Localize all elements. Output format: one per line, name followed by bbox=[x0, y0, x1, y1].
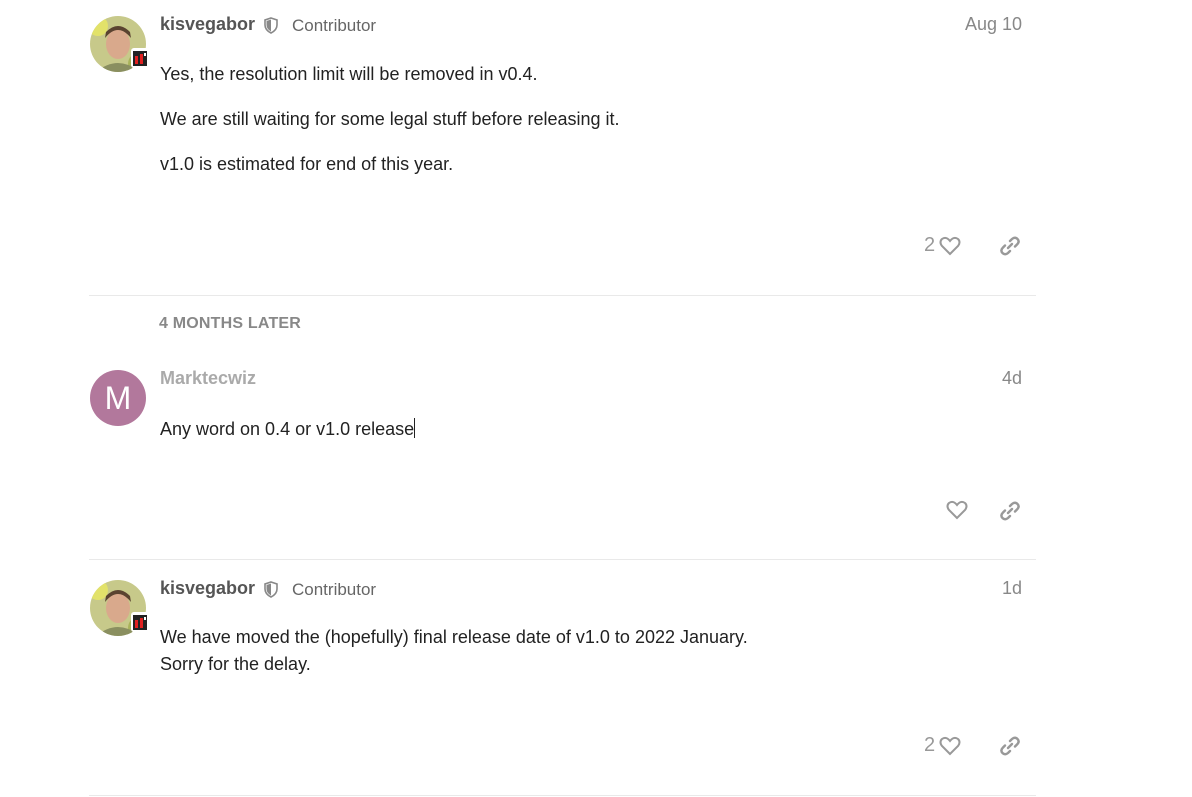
post-divider bbox=[89, 295, 1036, 296]
heart-icon bbox=[939, 236, 961, 255]
post-date[interactable]: 4d bbox=[1002, 368, 1022, 389]
post-paragraph: We have moved the (hopefully) final rele… bbox=[160, 627, 748, 647]
post-paragraph: v1.0 is estimated for end of this year. bbox=[160, 154, 454, 174]
like-button[interactable] bbox=[946, 500, 968, 520]
post-divider bbox=[89, 795, 1036, 796]
link-icon bbox=[1000, 501, 1020, 521]
post-divider bbox=[89, 559, 1036, 560]
time-gap-label: 4 MONTHS LATER bbox=[159, 315, 302, 332]
post-paragraph: Any word on 0.4 or v1.0 release bbox=[160, 418, 416, 440]
shield-icon bbox=[264, 581, 278, 598]
post-paragraph: We are still waiting for some legal stuf… bbox=[160, 109, 620, 129]
shield-icon bbox=[264, 17, 278, 34]
user-title: Contributor bbox=[292, 16, 377, 35]
share-link-button[interactable] bbox=[999, 735, 1021, 757]
avatar[interactable] bbox=[90, 16, 149, 72]
avatar[interactable] bbox=[90, 580, 149, 636]
heart-icon bbox=[939, 736, 961, 755]
flair-icon bbox=[131, 612, 149, 632]
link-icon bbox=[1000, 736, 1020, 756]
avatar-letter: M bbox=[90, 370, 146, 426]
topic-stream: kisvegabor Contributor Aug 10 Yes, the r… bbox=[0, 0, 1192, 797]
user-title: Contributor bbox=[292, 580, 377, 599]
text-cursor bbox=[414, 418, 416, 438]
avatar[interactable]: M bbox=[90, 370, 146, 426]
post-paragraph: Sorry for the delay. bbox=[160, 654, 311, 674]
link-icon bbox=[1000, 236, 1020, 256]
share-link-button[interactable] bbox=[999, 235, 1021, 257]
like-count: 2 bbox=[924, 234, 936, 256]
heart-icon bbox=[946, 500, 968, 520]
like-button[interactable]: 2 bbox=[924, 734, 961, 757]
post-paragraph: Yes, the resolution limit will be remove… bbox=[160, 64, 538, 84]
post-paragraph-text: Any word on 0.4 or v1.0 release bbox=[160, 419, 415, 439]
flair-icon bbox=[131, 48, 149, 68]
post-date[interactable]: Aug 10 bbox=[965, 14, 1022, 35]
like-button[interactable]: 2 bbox=[924, 234, 961, 257]
username[interactable]: kisvegabor bbox=[160, 14, 255, 35]
username[interactable]: kisvegabor bbox=[160, 578, 255, 599]
like-count: 2 bbox=[924, 734, 936, 756]
post-date[interactable]: 1d bbox=[1002, 578, 1022, 599]
share-link-button[interactable] bbox=[999, 500, 1021, 522]
username[interactable]: Marktecwiz bbox=[160, 368, 256, 389]
